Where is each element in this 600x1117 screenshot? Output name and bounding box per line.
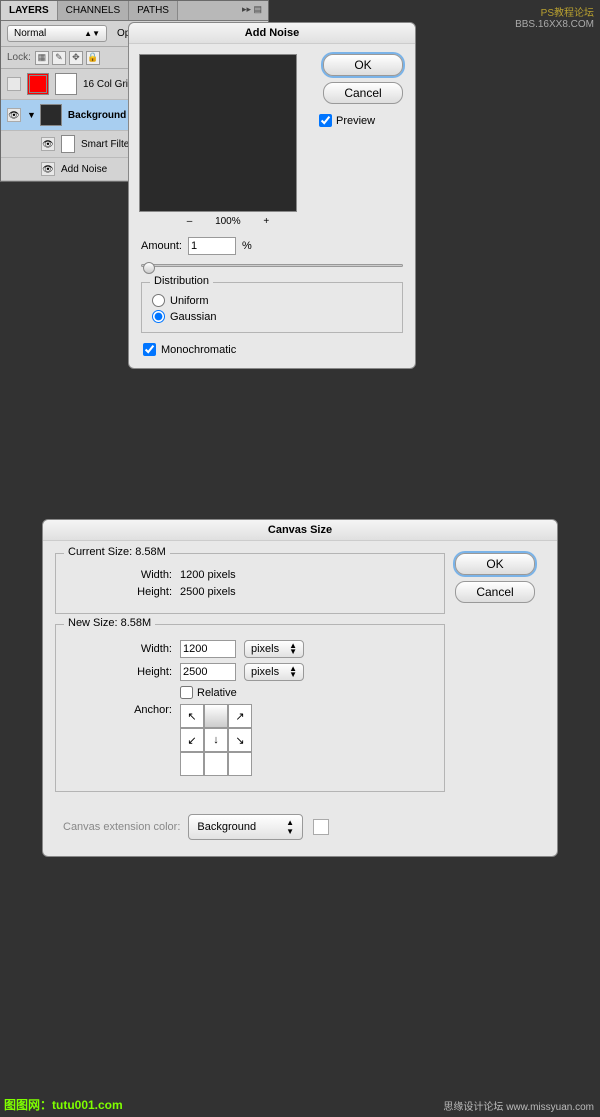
zoom-controls: – 100% +: [137, 216, 319, 227]
preview-checkbox[interactable]: [319, 114, 332, 127]
uniform-radio[interactable]: [152, 294, 165, 307]
blend-mode-select[interactable]: Normal▲▼: [7, 25, 107, 42]
gaussian-label: Gaussian: [170, 311, 216, 323]
cancel-button[interactable]: Cancel: [455, 581, 535, 603]
width-unit-select[interactable]: pixels▲▼: [244, 640, 304, 658]
lock-label: Lock:: [7, 52, 31, 63]
cur-width-label: Width:: [70, 569, 180, 581]
current-size-legend: Current Size: 8.58M: [64, 546, 170, 558]
watermark-bottom-right: 思缘设计论坛 www.missyuan.com: [443, 1098, 594, 1113]
height-unit-select[interactable]: pixels▲▼: [244, 663, 304, 681]
add-noise-dialog: Add Noise – 100% + OK Cancel Preview Amo…: [128, 22, 416, 369]
relative-checkbox[interactable]: [180, 686, 193, 699]
zoom-level: 100%: [215, 216, 241, 227]
ok-button[interactable]: OK: [455, 553, 535, 575]
percent-label: %: [242, 240, 252, 252]
visibility-toggle[interactable]: 👁: [41, 162, 55, 176]
watermark-bottom-left: 图图网：tutu001.com: [4, 1096, 123, 1113]
anchor-label: Anchor:: [70, 704, 180, 716]
lock-position-icon[interactable]: ✥: [69, 51, 83, 65]
ok-button[interactable]: OK: [323, 54, 403, 76]
filter-mask-thumb: [61, 135, 75, 153]
new-width-input[interactable]: [180, 640, 236, 658]
canvas-size-dialog: Canvas Size Current Size: 8.58M Width:12…: [42, 519, 558, 857]
cur-height-label: Height:: [70, 586, 180, 598]
amount-slider[interactable]: [141, 264, 403, 272]
visibility-toggle[interactable]: 👁: [41, 137, 55, 151]
new-size-legend: New Size: 8.58M: [64, 617, 155, 629]
layer-thumb: [27, 73, 49, 95]
relative-label: Relative: [197, 687, 237, 699]
uniform-label: Uniform: [170, 295, 209, 307]
dialog-title: Add Noise: [129, 23, 415, 44]
visibility-toggle[interactable]: [7, 77, 21, 91]
gaussian-radio[interactable]: [152, 310, 165, 323]
ext-color-select[interactable]: Background▲▼: [188, 814, 303, 840]
cur-width-value: 1200 pixels: [180, 569, 236, 581]
amount-input[interactable]: [188, 237, 236, 255]
new-height-label: Height:: [70, 666, 180, 678]
lock-transparent-icon[interactable]: ▦: [35, 51, 49, 65]
dialog-title: Canvas Size: [43, 520, 557, 541]
tab-channels[interactable]: CHANNELS: [58, 1, 129, 20]
expand-icon[interactable]: ▼: [27, 110, 36, 120]
tab-paths[interactable]: PATHS: [129, 1, 178, 20]
cancel-button[interactable]: Cancel: [323, 82, 403, 104]
anchor-grid[interactable]: ↖↗ ↙↓↘: [180, 704, 252, 776]
new-width-label: Width:: [70, 643, 180, 655]
distribution-legend: Distribution: [150, 275, 213, 287]
watermark-top: PS教程论坛 BBS.16XX8.COM: [515, 4, 594, 30]
visibility-toggle[interactable]: 👁: [7, 108, 21, 122]
tab-layers[interactable]: LAYERS: [1, 1, 58, 20]
lock-all-icon[interactable]: 🔒: [86, 51, 100, 65]
ext-color-label: Canvas extension color:: [63, 821, 180, 833]
cur-height-value: 2500 pixels: [180, 586, 236, 598]
new-height-input[interactable]: [180, 663, 236, 681]
zoom-in-button[interactable]: +: [263, 216, 269, 227]
panel-menu-icon[interactable]: ▸▸ ▤: [236, 1, 268, 20]
preview-label: Preview: [336, 115, 375, 127]
monochromatic-checkbox[interactable]: [143, 343, 156, 356]
lock-pixels-icon[interactable]: ✎: [52, 51, 66, 65]
layer-thumb: [40, 104, 62, 126]
ext-color-swatch[interactable]: [313, 819, 329, 835]
monochromatic-label: Monochromatic: [161, 344, 236, 356]
zoom-out-button[interactable]: –: [187, 216, 193, 227]
layer-mask-thumb: [55, 73, 77, 95]
noise-preview: [139, 54, 297, 212]
amount-label: Amount:: [141, 240, 182, 252]
